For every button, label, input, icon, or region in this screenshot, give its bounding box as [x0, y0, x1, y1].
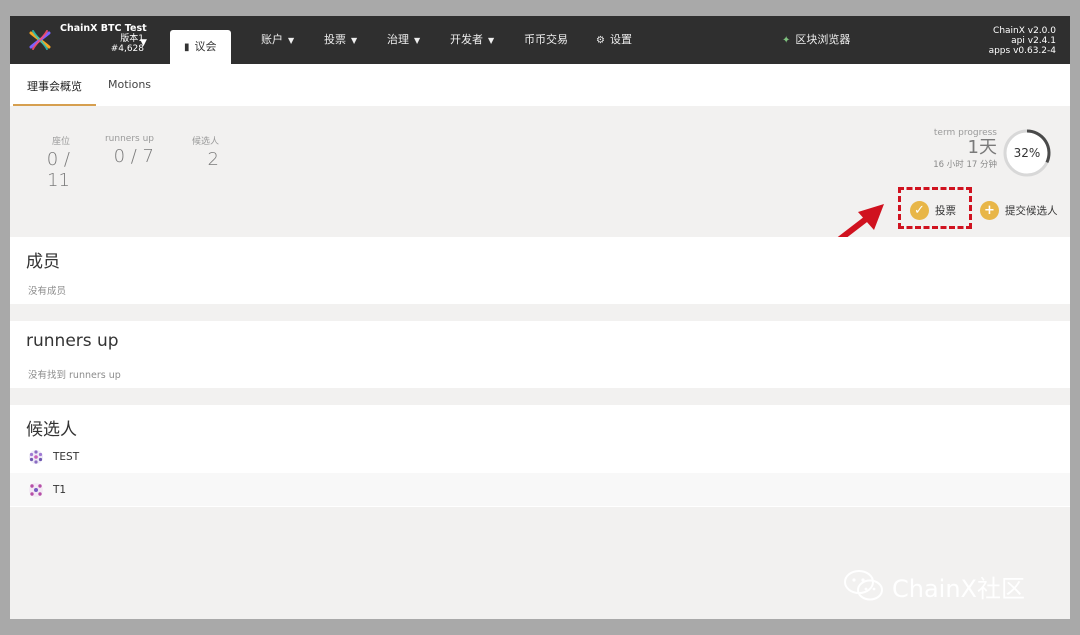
- top-navigation: ChainX BTC Test 版本1 #4,628 ▼ ▮ 议会 账户 ▼ 投票 ▼…: [10, 16, 1070, 64]
- chain-name: ChainX BTC Test: [60, 23, 147, 34]
- runners-up-stat: runners up 0 / 7: [104, 134, 154, 167]
- best-block: #4,628: [110, 44, 144, 54]
- submit-candidate-label: 提交候选人: [1005, 204, 1058, 217]
- nav-accounts[interactable]: 账户 ▼: [261, 16, 294, 64]
- nav-voting[interactable]: 投票 ▼: [324, 16, 357, 64]
- term-days: 1天: [967, 137, 997, 158]
- council-summary: 座位 0 / 11 runners up 0 / 7 候选人 2 term pr…: [10, 106, 1070, 262]
- app-window: ChainX BTC Test 版本1 #4,628 ▼ ▮ 议会 账户 ▼ 投票 ▼…: [10, 16, 1070, 619]
- chevron-down-icon: ▼: [351, 36, 358, 45]
- identicon-icon: [29, 482, 43, 497]
- nav-settings[interactable]: ⚙ 设置: [596, 16, 632, 64]
- chevron-down-icon: ▼: [288, 36, 295, 45]
- watermark: ChainX社区: [842, 566, 1025, 606]
- runners-up-empty-text: 没有找到 runners up: [28, 370, 121, 381]
- candidate-name: TEST: [53, 450, 80, 463]
- nav-exchange[interactable]: 币币交易: [524, 16, 568, 64]
- runners-up-value: 0 / 7: [113, 146, 154, 167]
- candidate-name: T1: [53, 483, 67, 496]
- candidate-row[interactable]: TEST: [10, 440, 1070, 473]
- node-version: ChainX v2.0.0: [993, 26, 1056, 36]
- nav-governance-label: 治理: [387, 33, 409, 46]
- runners-up-section: runners up 没有找到 runners up: [10, 321, 1070, 388]
- watermark-text: ChainX社区: [892, 574, 1025, 603]
- apps-version: apps v0.63.2-4: [988, 46, 1056, 56]
- blockchain-icon: ✦: [782, 35, 791, 46]
- nav-settings-label: 设置: [609, 33, 632, 46]
- term-progress-percent: 32%: [1013, 146, 1041, 160]
- tab-council-overview[interactable]: 理事会概览: [13, 78, 96, 106]
- nav-explorer-label: 区块浏览器: [795, 33, 851, 46]
- building-icon: ▮: [184, 42, 190, 53]
- nav-developer-label: 开发者: [450, 33, 483, 46]
- runners-up-title: runners up: [26, 331, 119, 351]
- runners-up-label: runners up: [104, 134, 154, 144]
- members-title: 成员: [26, 252, 60, 272]
- term-hours: 16 小时 17 分钟: [933, 160, 997, 170]
- candidate-row[interactable]: T1: [10, 473, 1070, 506]
- plus-icon: +: [980, 200, 999, 220]
- nav-developer[interactable]: 开发者 ▼: [450, 16, 494, 64]
- candidates-stat: 候选人 2: [186, 134, 219, 170]
- nav-voting-label: 投票: [324, 33, 346, 46]
- submit-candidate-button[interactable]: + 提交候选人: [980, 196, 1058, 224]
- candidates-value: 2: [207, 149, 219, 170]
- members-section: 成员 没有成员: [10, 237, 1070, 304]
- identicon-icon: [29, 449, 43, 464]
- seats-stat: 座位 0 / 11: [28, 134, 70, 191]
- nav-governance[interactable]: 治理 ▼: [387, 16, 420, 64]
- nav-accounts-label: 账户: [261, 33, 283, 46]
- term-progress: term progress 1天 16 小时 17 分钟: [933, 128, 997, 170]
- chevron-down-icon: ▼: [414, 36, 421, 45]
- tab-motions[interactable]: Motions: [108, 78, 151, 106]
- nav-council[interactable]: ▮ 议会: [170, 30, 231, 64]
- candidates-section: 候选人 TEST T1: [10, 405, 1070, 507]
- seats-label: 座位: [51, 137, 70, 147]
- members-empty-text: 没有成员: [28, 286, 67, 297]
- chevron-down-icon[interactable]: ▼: [140, 38, 147, 48]
- council-tabs: 理事会概览 Motions: [10, 64, 1070, 106]
- gears-icon: ⚙: [596, 35, 605, 46]
- api-version: api v2.4.1: [1011, 36, 1056, 46]
- annotation-highlight-box: [898, 187, 972, 229]
- chain-selector[interactable]: ChainX BTC Test 版本1 #4,628: [60, 24, 152, 58]
- wechat-icon: [844, 570, 883, 601]
- chainx-logo-icon[interactable]: [28, 28, 52, 52]
- version-info: ChainX v2.0.0 api v2.4.1 apps v0.63.2-4: [989, 26, 1056, 56]
- seats-value: 0 / 11: [46, 149, 70, 191]
- candidates-label: 候选人: [191, 137, 219, 147]
- nav-explorer[interactable]: ✦ 区块浏览器: [782, 16, 850, 64]
- nav-exchange-label: 币币交易: [524, 33, 568, 46]
- nav-council-label: 议会: [194, 40, 217, 53]
- chevron-down-icon: ▼: [488, 36, 495, 45]
- runtime-version: 版本1: [120, 34, 144, 44]
- candidates-title: 候选人: [26, 420, 77, 440]
